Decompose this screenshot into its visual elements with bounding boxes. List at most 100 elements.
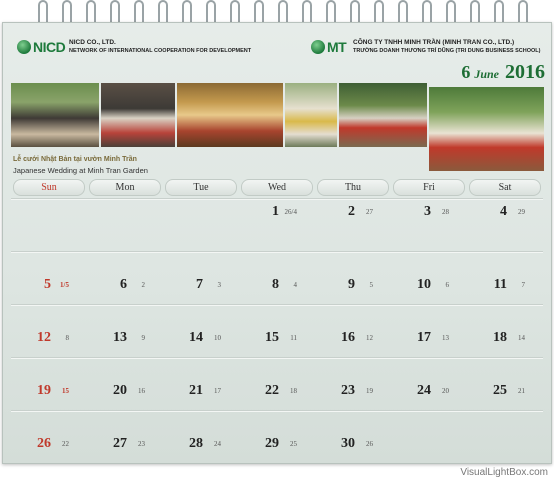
lunar-date: 26 — [366, 440, 373, 448]
day-number: 2 — [348, 204, 355, 219]
day-cell[interactable]: 14 10 — [163, 306, 239, 358]
day-cell[interactable]: 30 26 — [315, 412, 391, 466]
lunar-date: 28 — [442, 208, 449, 216]
day-cell[interactable]: 5 1/5 — [11, 253, 87, 305]
watermark: VisualLightBox.com — [460, 467, 548, 478]
header: NICD NICD CO., LTD. NETWORK OF INTERNATI… — [13, 37, 543, 59]
day-number: 21 — [189, 383, 203, 398]
day-cell[interactable]: 95 — [315, 253, 391, 305]
weekday-sun: Sun — [13, 179, 85, 196]
lunar-date: 14 — [518, 334, 525, 342]
globe-icon — [17, 40, 31, 54]
day-cell[interactable]: 11 7 — [467, 253, 543, 305]
lunar-date: 10 — [214, 334, 221, 342]
day-number: 15 — [265, 330, 279, 345]
day-number: 1 — [272, 204, 279, 219]
day-cell[interactable]: 19 15 — [11, 359, 87, 411]
day-cell[interactable]: 25 21 — [467, 359, 543, 411]
lunar-date: 13 — [442, 334, 449, 342]
day-number: 29 — [265, 436, 279, 451]
wedding-photo-2 — [101, 83, 175, 147]
day-number: 26 — [37, 436, 51, 451]
day-cell[interactable]: 17 13 — [391, 306, 467, 358]
day-number: 27 — [113, 436, 127, 451]
day-number: 24 — [417, 383, 431, 398]
day-cell[interactable]: 26 22 — [11, 412, 87, 466]
day-number: 5 — [44, 277, 51, 292]
day-cell[interactable]: 16 12 — [315, 306, 391, 358]
caption-vietnamese: Lễ cưới Nhật Bản tại vườn Minh Trần — [13, 156, 137, 163]
day-cell[interactable]: 15 11 — [239, 306, 315, 358]
lunar-date: 8 — [65, 334, 70, 342]
lunar-date: 5 — [369, 281, 374, 289]
day-cell[interactable]: 4 29 — [467, 200, 543, 252]
lunar-date: 4 — [293, 281, 298, 289]
day-number: 16 — [341, 330, 355, 345]
lunar-date: 19 — [366, 387, 373, 395]
week-row: 5 1/5 6 2 7 3 8 4 9 5 10 6 11 7 — [11, 252, 543, 305]
day-cell[interactable]: 13 9 — [87, 306, 163, 358]
day-cell[interactable]: 24 20 — [391, 359, 467, 411]
day-number: 10 — [417, 277, 431, 292]
day-cell — [11, 200, 87, 252]
left-org: NICD CO., LTD. NETWORK OF INTERNATIONAL … — [69, 39, 251, 55]
caption-english: Japanese Wedding at Minh Tran Garden — [13, 166, 148, 175]
day-cell[interactable]: 1 26/4 — [239, 200, 315, 252]
day-cell[interactable]: 3 28 — [391, 200, 467, 252]
lunar-date: 24 — [214, 440, 221, 448]
day-number: 11 — [493, 277, 507, 292]
day-cell[interactable]: 27 23 — [87, 412, 163, 466]
lunar-date: 12 — [366, 334, 373, 342]
day-cell[interactable]: 21 17 — [163, 359, 239, 411]
day-number: 4 — [500, 204, 507, 219]
weekday-tue: Tue — [165, 179, 237, 196]
lunar-date: 23 — [138, 440, 145, 448]
weekday-thu: Thu — [317, 179, 389, 196]
wedding-photo-large — [429, 87, 544, 171]
day-cell[interactable]: 10 6 — [391, 253, 467, 305]
lunar-date: 27 — [366, 208, 373, 216]
day-number: 23 — [341, 383, 355, 398]
day-cell[interactable]: 2 27 — [315, 200, 391, 252]
day-number: 20 — [113, 383, 127, 398]
day-cell[interactable]: 62 — [87, 253, 163, 305]
weekday-sat: Sat — [469, 179, 541, 196]
day-number: 14 — [189, 330, 203, 345]
lunar-date: 18 — [290, 387, 297, 395]
weekday-fri: Fri — [393, 179, 465, 196]
day-number: 13 — [113, 330, 127, 345]
lunar-date: 2 — [141, 281, 146, 289]
right-org: CÔNG TY TNHH MINH TRẦN (MINH TRAN CO., L… — [353, 39, 540, 55]
day-cell[interactable]: 18 14 — [467, 306, 543, 358]
day-cell[interactable]: 12 8 — [11, 306, 87, 358]
day-cell[interactable]: 73 — [163, 253, 239, 305]
date-day: 6 — [461, 62, 471, 82]
nicd-logo: NICD — [17, 37, 66, 57]
day-number: 6 — [120, 277, 127, 292]
day-cell — [467, 412, 543, 466]
calendar-grid: 1 26/4 2 27 3 28 4 29 5 1/5 6 2 7 3 8 4 9 5 10 6 11 7 12 8 13 9 14… — [11, 199, 543, 466]
day-cell[interactable]: 20 16 — [87, 359, 163, 411]
day-number: 9 — [348, 277, 355, 292]
lunar-date: 17 — [214, 387, 221, 395]
right-org-desc: TRƯỜNG DOANH THƯƠNG TRÍ DŨNG (TRI DUNG B… — [353, 48, 541, 54]
week-row: 19 15 20 16 21 17 22 18 23 19 24 20 25 21 — [11, 358, 543, 411]
day-cell[interactable]: 28 24 — [163, 412, 239, 466]
lunar-date: 6 — [445, 281, 450, 289]
day-number: 12 — [37, 330, 51, 345]
day-number: 25 — [493, 383, 507, 398]
day-cell — [391, 412, 467, 466]
day-number: 8 — [272, 277, 279, 292]
lunar-date: 15 — [62, 387, 69, 395]
day-number: 19 — [37, 383, 51, 398]
week-row: 12 8 13 9 14 10 15 11 16 12 17 13 18 14 — [11, 305, 543, 358]
day-cell[interactable]: 84 — [239, 253, 315, 305]
lunar-date: 22 — [62, 440, 69, 448]
day-cell[interactable]: 22 18 — [239, 359, 315, 411]
day-cell[interactable]: 23 19 — [315, 359, 391, 411]
lunar-date: 7 — [521, 281, 526, 289]
day-cell — [163, 200, 239, 252]
photo-strip — [11, 83, 427, 147]
day-cell[interactable]: 29 25 — [239, 412, 315, 466]
wedding-photo-4 — [285, 83, 337, 147]
